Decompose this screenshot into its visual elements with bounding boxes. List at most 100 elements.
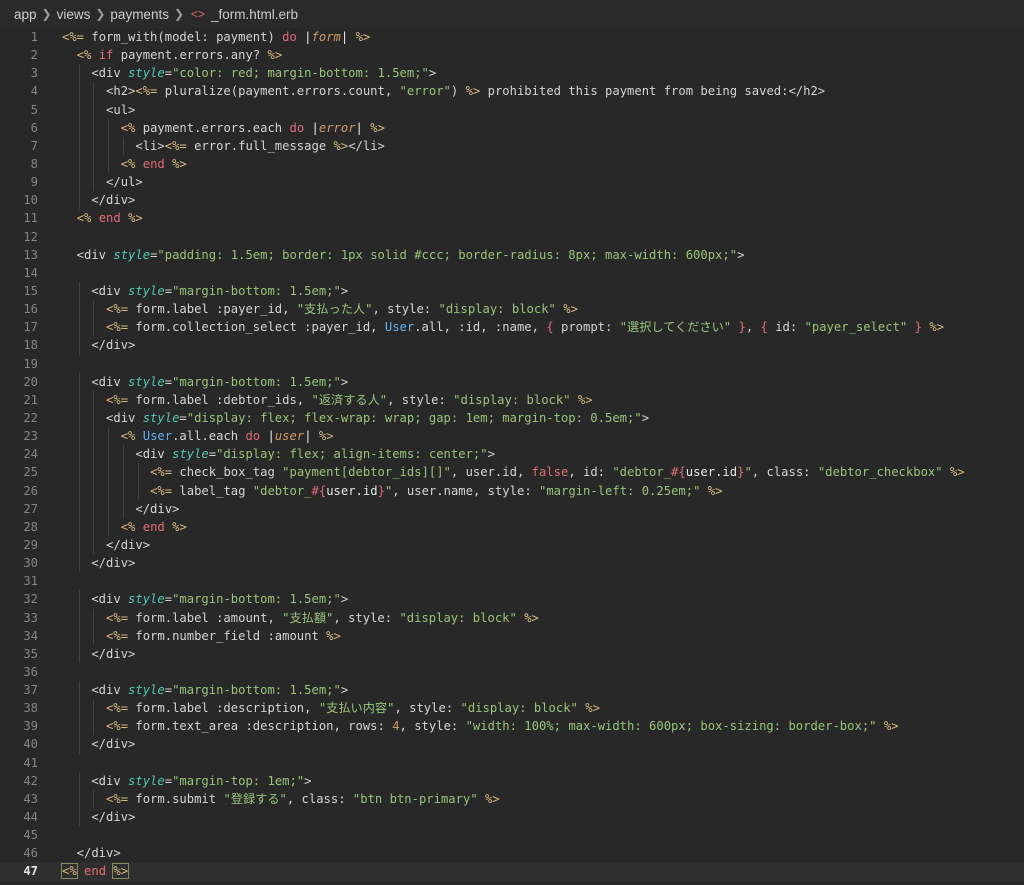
line-number: 30 [23, 556, 38, 571]
code-line[interactable]: 13 <div style="padding: 1.5em; border: 1… [0, 246, 1024, 264]
line-number: 14 [23, 265, 38, 280]
line-number: 44 [23, 810, 38, 825]
code-text: </div> [62, 193, 136, 208]
chevron-right-icon: ❯ [95, 7, 106, 21]
code-line[interactable]: 28 <% end %> [0, 517, 1024, 536]
code-line[interactable]: 38 <%= form.label :description, "支払い内容",… [0, 699, 1024, 718]
code-line[interactable]: 43 <%= form.submit "登録する", class: "btn b… [0, 789, 1024, 809]
code-text: <%= form.label :debtor_ids, "返済する人", sty… [106, 392, 593, 407]
code-line[interactable]: 8 <% end %> [0, 154, 1024, 174]
code-line[interactable]: 17 <%= form.collection_select :payer_id,… [0, 318, 1024, 337]
line-number: 4 [30, 84, 38, 99]
code-line[interactable]: 21 <%= form.label :debtor_ids, "返済する人", … [0, 390, 1024, 409]
line-number: 11 [23, 211, 38, 226]
code-line[interactable]: 15 <div style="margin-bottom: 1.5em;"> [0, 281, 1024, 301]
code-line[interactable]: 31 [0, 572, 1024, 590]
code-line[interactable]: 30 </div> [0, 554, 1024, 573]
line-number: 8 [30, 156, 38, 171]
line-number: 28 [23, 519, 38, 534]
code-line[interactable]: 2 <% if payment.errors.any? %> [0, 46, 1024, 64]
code-line[interactable]: 41 [0, 754, 1024, 772]
line-number: 46 [23, 846, 38, 861]
code-line[interactable]: 5 <ul> [0, 100, 1024, 119]
line-number: 33 [23, 610, 38, 625]
code-text: <div style="margin-bottom: 1.5em;"> [62, 374, 349, 389]
code-text: <div style="display: flex; flex-wrap: wr… [62, 410, 650, 425]
code-line[interactable]: 18 </div> [0, 336, 1024, 355]
code-line[interactable]: 32 <div style="margin-bottom: 1.5em;"> [0, 590, 1024, 609]
code-text: <% end %> [61, 863, 130, 880]
line-number: 19 [23, 356, 38, 371]
line-number: 10 [23, 193, 38, 208]
code-line[interactable]: 20 <div style="margin-bottom: 1.5em;"> [0, 372, 1024, 391]
line-number: 23 [23, 429, 38, 444]
code-line[interactable]: 3 <div style="color: red; margin-bottom:… [0, 64, 1024, 83]
code-line[interactable]: 10 </div> [0, 191, 1024, 210]
line-number: 29 [23, 537, 38, 552]
code-line[interactable]: 45 [0, 826, 1024, 844]
line-number: 18 [23, 338, 38, 353]
code-text: <%= form.text_area :description, rows: 4… [106, 719, 899, 734]
code-line[interactable]: 16 <%= form.label :payer_id, "支払った人", st… [0, 300, 1024, 319]
code-text: </div> [62, 737, 136, 752]
code-line[interactable]: 22 <div style="display: flex; flex-wrap:… [0, 408, 1024, 428]
code-line[interactable]: 29 </div> [0, 535, 1024, 555]
code-line[interactable]: 36 [0, 663, 1024, 681]
line-number: 39 [23, 719, 38, 734]
chevron-right-icon: ❯ [173, 7, 185, 21]
code-text: <%= label_tag "debtor_#{user.id}", user.… [150, 483, 723, 498]
line-number: 16 [23, 302, 38, 317]
line-number: 9 [30, 175, 38, 190]
line-number: 36 [23, 664, 38, 679]
code-line[interactable]: 9 </ul> [0, 173, 1024, 192]
breadcrumb-app[interactable]: app [14, 7, 37, 22]
code-line[interactable]: 33 <%= form.label :amount, "支払額", style:… [0, 608, 1024, 627]
breadcrumb: app ❯ views ❯ payments ❯ <> _form.html.e… [0, 0, 1024, 28]
breadcrumb-payments[interactable]: payments [110, 7, 169, 22]
line-number: 6 [30, 120, 38, 135]
code-text: </div> [62, 846, 121, 861]
code-text: <%= form.label :payer_id, "支払った人", style… [106, 302, 578, 317]
code-line[interactable]: 35 </div> [0, 644, 1024, 663]
code-text: <% payment.errors.each do |error| %> [120, 120, 385, 135]
line-number: 40 [23, 737, 38, 752]
code-line[interactable]: 23 <% User.all.each do |user| %> [0, 427, 1024, 446]
code-line[interactable]: 27 </div> [0, 499, 1024, 518]
code-text: </div> [62, 501, 180, 516]
code-line[interactable]: 19 [0, 355, 1024, 373]
code-line[interactable]: 14 [0, 264, 1024, 282]
breadcrumb-views[interactable]: views [57, 7, 91, 22]
code-line[interactable]: 47 <% end %> [0, 862, 1024, 881]
code-line[interactable]: 44 </div> [0, 808, 1024, 827]
code-line[interactable]: 42 <div style="margin-top: 1em;"> [0, 771, 1024, 790]
code-text: <div style="padding: 1.5em; border: 1px … [62, 247, 745, 262]
code-line[interactable]: 6 <% payment.errors.each do |error| %> [0, 118, 1024, 137]
code-text: </div> [62, 810, 136, 825]
code-text: <div style="margin-bottom: 1.5em;"> [62, 683, 349, 698]
code-line[interactable]: 4 <h2><%= pluralize(payment.errors.count… [0, 82, 1024, 101]
code-line[interactable]: 11 <% end %> [0, 209, 1024, 227]
line-number: 25 [23, 465, 38, 480]
code-line[interactable]: 37 <div style="margin-bottom: 1.5em;"> [0, 681, 1024, 700]
line-number: 31 [23, 574, 38, 589]
line-number: 47 [23, 864, 38, 879]
code-line[interactable]: 24 <div style="display: flex; align-item… [0, 445, 1024, 464]
breadcrumb-file[interactable]: _form.html.erb [211, 7, 298, 22]
code-text: <ul> [62, 102, 136, 117]
line-number: 1 [30, 30, 38, 44]
line-number: 7 [30, 138, 38, 153]
code-line[interactable]: 39 <%= form.text_area :description, rows… [0, 717, 1024, 736]
code-line[interactable]: 26 <%= label_tag "debtor_#{user.id}", us… [0, 481, 1024, 500]
code-editor[interactable]: 1 <%= form_with(model: payment) do |form|… [0, 28, 1024, 885]
code-text: <%= form_with(model: payment) do |form| … [62, 30, 371, 44]
code-line[interactable]: 34 <%= form.number_field :amount %> [0, 626, 1024, 645]
code-line[interactable]: 46 </div> [0, 844, 1024, 862]
code-text: <li><%= error.full_message %></li> [62, 138, 385, 153]
line-number: 42 [23, 773, 38, 788]
code-line[interactable]: 25 <%= check_box_tag "payment[debtor_ids… [0, 463, 1024, 482]
code-line[interactable]: 7 <li><%= error.full_message %></li> [0, 136, 1024, 155]
code-text: </ul> [62, 175, 143, 190]
code-line[interactable]: 12 [0, 228, 1024, 246]
code-line[interactable]: 40 </div> [0, 735, 1024, 754]
code-line[interactable]: 1 <%= form_with(model: payment) do |form|… [0, 28, 1024, 46]
